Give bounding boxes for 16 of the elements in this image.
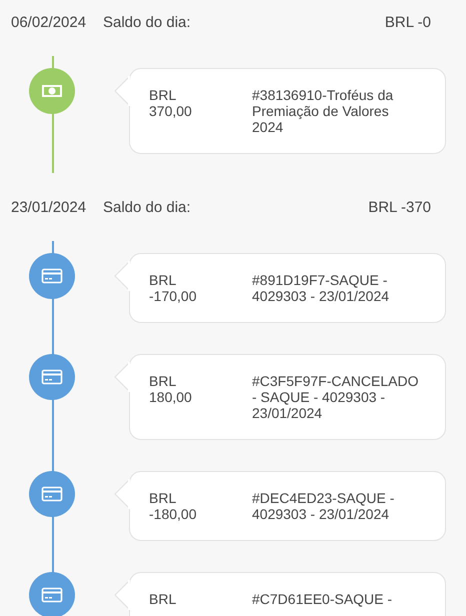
balance-label: Saldo do dia: [103,198,192,216]
transaction-amount: BRL 180,00 [149,373,192,405]
transaction-amount: BRL -180,00 [149,490,196,522]
transaction-description: #C7D61EE0-SAQUE - [252,591,394,607]
transaction-amount: BRL [149,591,176,607]
transaction-description: #C3F5F97F-CANCELADO - SAQUE - 4029303 - 23/01/2024 [252,373,420,421]
transaction-description: #38136910-Troféus da Premiação de Valores 2024 [252,87,394,135]
transaction-amount: BRL -170,00 [149,272,196,304]
transaction-description: #DEC4ED23-SAQUE - 4029303 - 23/01/2024 [252,490,396,522]
transaction-amount: BRL 370,00 [149,87,192,119]
day-date: 23/01/2024 [11,198,88,216]
day-balance: BRL -370 [368,198,431,216]
balance-label: Saldo do dia: [103,14,192,30]
day-date: 06/02/2024 [11,14,88,30]
day-balance: BRL -0 [384,14,431,30]
transaction-description: #891D19F7-SAQUE - 4029303 - 23/01/2024 [252,272,390,304]
